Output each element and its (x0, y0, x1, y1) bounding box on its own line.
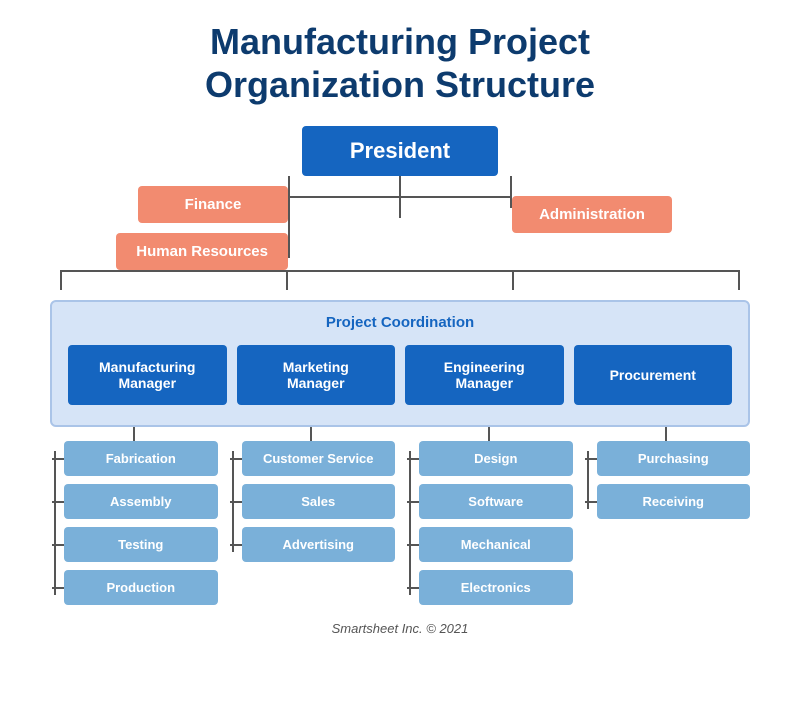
assembly-box: Assembly (64, 484, 218, 519)
page-title: Manufacturing Project Organization Struc… (205, 20, 595, 106)
electronics-box: Electronics (419, 570, 573, 605)
sales-box: Sales (242, 484, 396, 519)
manufacturing-manager-box: ManufacturingManager (68, 345, 227, 405)
footer-text: Smartsheet Inc. © 2021 (332, 621, 469, 636)
mechanical-box: Mechanical (419, 527, 573, 562)
testing-box: Testing (64, 527, 218, 562)
project-coord-section: Project Coordination ManufacturingManage… (50, 300, 750, 427)
production-box: Production (64, 570, 218, 605)
administration-box: Administration (512, 196, 672, 233)
president-box: President (302, 126, 498, 176)
design-box: Design (419, 441, 573, 476)
project-coord-label: Project Coordination (68, 314, 732, 331)
fabrication-box: Fabrication (64, 441, 218, 476)
engineering-manager-box: EngineeringManager (405, 345, 564, 405)
customer-service-box: Customer Service (242, 441, 396, 476)
software-box: Software (419, 484, 573, 519)
procurement-box: Procurement (574, 345, 733, 405)
marketing-manager-box: MarketingManager (237, 345, 396, 405)
managers-row: ManufacturingManager MarketingManager En… (68, 345, 732, 405)
human-resources-box: Human Resources (116, 233, 288, 270)
purchasing-box: Purchasing (597, 441, 751, 476)
finance-box: Finance (138, 186, 288, 223)
receiving-box: Receiving (597, 484, 751, 519)
advertising-box: Advertising (242, 527, 396, 562)
org-chart: Manufacturing Project Organization Struc… (0, 0, 800, 636)
